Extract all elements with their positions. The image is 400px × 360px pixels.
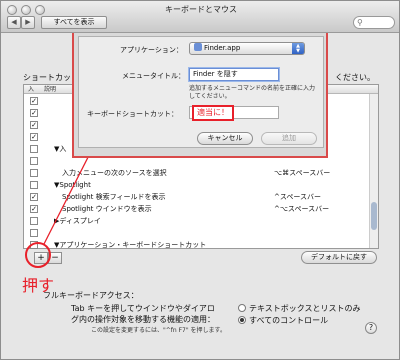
add-button[interactable]: 追加 bbox=[261, 132, 317, 145]
add-shortcut-sheet: アプリケーション： Finder.app ▲ ▼ メニュータイトル： Finder… bbox=[78, 36, 324, 148]
application-popup[interactable]: Finder.app ▲ ▼ bbox=[189, 42, 305, 55]
keyboard-shortcut-label: キーボードショートカット： bbox=[87, 110, 178, 118]
application-value: Finder.app bbox=[204, 44, 241, 52]
annotation-suitable-label: 適当に！ bbox=[192, 105, 234, 121]
cancel-button[interactable]: キャンセル bbox=[197, 132, 253, 145]
menu-title-label: メニュータイトル： bbox=[122, 72, 185, 80]
application-label: アプリケーション： bbox=[120, 46, 183, 54]
popup-arrows-icon: ▲ ▼ bbox=[292, 43, 304, 54]
finder-icon bbox=[194, 43, 202, 51]
menu-title-field[interactable]: Finder を隠す bbox=[189, 68, 279, 81]
menu-title-hint: 追加するメニューコマンドの名前を正確に入力してください。 bbox=[189, 85, 316, 100]
